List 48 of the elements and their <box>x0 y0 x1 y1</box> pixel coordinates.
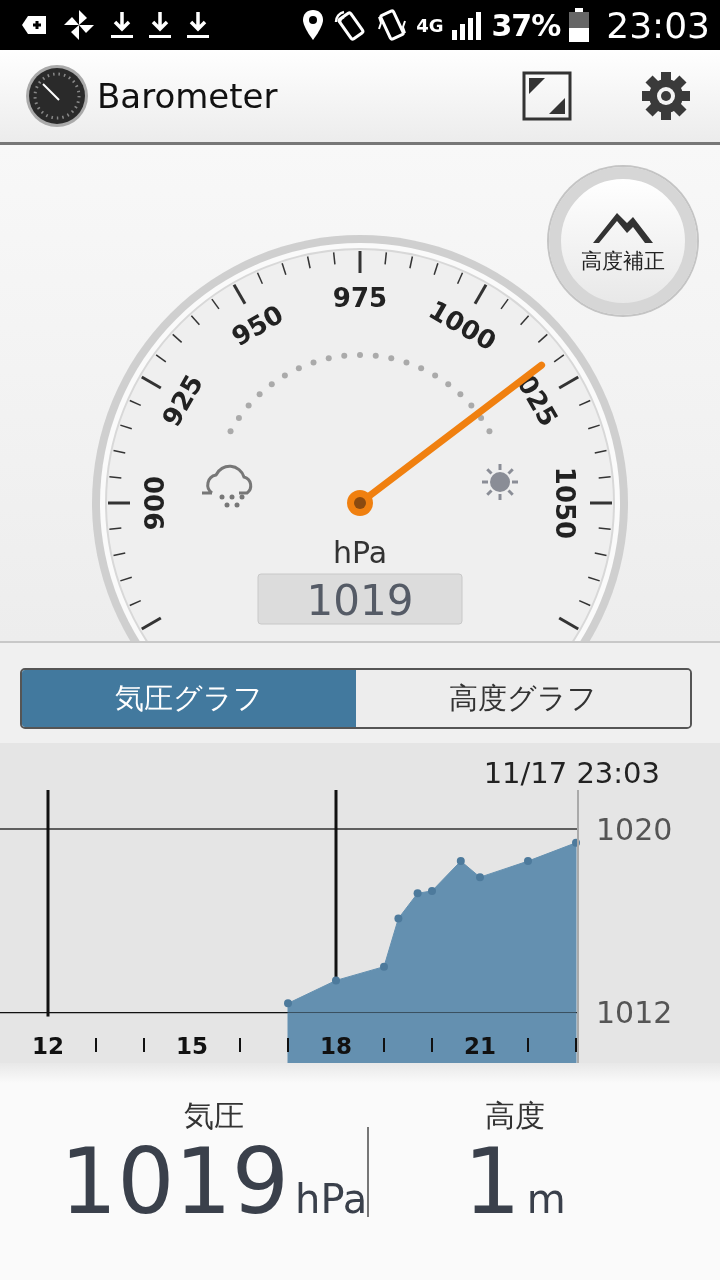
altitude-correction-button[interactable]: 高度補正 <box>549 167 697 315</box>
summary-label: 気圧 <box>183 1097 244 1135</box>
y-axis-label: 1020 <box>596 811 673 847</box>
rain-cloud-icon <box>200 464 253 508</box>
battery-percent: 37% <box>491 7 561 43</box>
point <box>476 873 484 882</box>
scale-label: 950 <box>226 298 289 353</box>
sun-icon <box>482 464 518 500</box>
summary-value: 1 <box>463 1137 521 1227</box>
download-icon <box>186 10 210 40</box>
clock: 23:03 <box>606 4 710 46</box>
scale-label: 1050 <box>550 466 580 540</box>
summary-unit: hPa <box>295 1176 368 1222</box>
download-icon <box>110 10 134 40</box>
battery-icon <box>568 8 591 42</box>
pinwheel-icon <box>62 8 96 42</box>
notification-icon <box>22 14 48 36</box>
reading-display: 1019 <box>257 573 463 625</box>
point <box>456 857 465 866</box>
settings-button[interactable] <box>640 70 692 122</box>
summary-label: 高度 <box>484 1097 545 1135</box>
graph-timestamp: 11/17 23:03 <box>483 756 660 790</box>
location-icon <box>302 9 325 41</box>
app-title: Barometer <box>97 76 278 116</box>
gauge-unit: hPa <box>332 535 388 570</box>
x-axis-label: 15 <box>176 1033 208 1059</box>
download-icon <box>148 10 172 40</box>
signal-icon <box>451 10 484 40</box>
scale-label: 900 <box>140 475 170 531</box>
point <box>284 999 292 1008</box>
network-type: 4G <box>416 14 444 36</box>
point <box>380 962 388 971</box>
point <box>413 889 422 898</box>
y-axis-label: 1012 <box>596 995 673 1031</box>
fullscreen-button[interactable] <box>522 71 572 121</box>
point <box>524 857 532 866</box>
x-axis-label: 18 <box>320 1033 352 1059</box>
point <box>394 914 403 923</box>
summary-unit: m <box>526 1176 566 1222</box>
gauge-logo-icon <box>25 64 89 128</box>
scale-label: 975 <box>332 283 388 313</box>
x-axis-label: 12 <box>32 1033 64 1059</box>
summary-value: 1019 <box>60 1137 290 1227</box>
x-axis-label: 21 <box>464 1033 496 1059</box>
vibrate-icon <box>376 7 409 43</box>
graph-tab[interactable]: 気圧グラフ <box>22 670 356 727</box>
point <box>428 886 436 895</box>
point <box>332 976 340 985</box>
